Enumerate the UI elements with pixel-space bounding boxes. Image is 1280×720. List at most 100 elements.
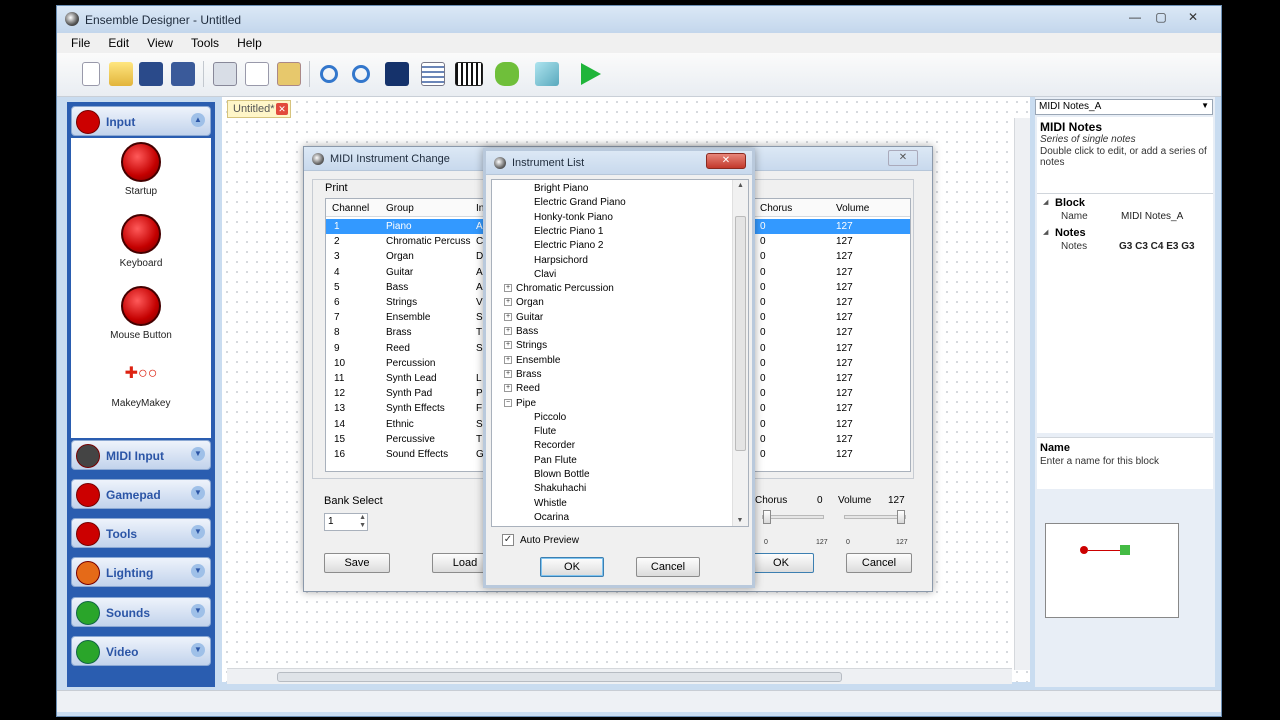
menu-help[interactable]: Help [230,33,269,53]
tree-node[interactable]: + Bass [504,326,538,337]
tree-node[interactable]: Blown Bottle [534,469,590,480]
save-button[interactable]: Save [324,553,390,573]
property-group-block[interactable]: Block [1037,194,1213,209]
tree-node[interactable]: Electric Grand Piano [534,197,626,208]
col-chorus[interactable]: Chorus [760,203,792,214]
chorus-slider-thumb[interactable] [763,510,771,524]
category-lighting[interactable]: Lighting ▼ [71,557,211,587]
category-gamepad[interactable]: Gamepad ▼ [71,479,211,509]
expand-icon[interactable]: + [504,369,512,378]
cut-button[interactable] [211,60,239,88]
expand-icon[interactable]: + [504,298,512,307]
expand-icon[interactable]: + [504,312,512,321]
property-row-name[interactable]: Name MIDI Notes_A [1037,209,1213,224]
tree-node[interactable]: + Strings [504,340,547,351]
tree-node[interactable]: Harpsichord [534,255,588,266]
bank-select-stepper[interactable]: 1 ▲ ▼ [324,513,368,531]
chevron-down-icon[interactable]: ▼ [191,564,205,578]
scroll-up-icon[interactable]: ▲ [733,182,748,189]
expand-icon[interactable]: + [504,284,512,293]
chevron-down-icon[interactable]: ▼ [191,525,205,539]
tree-node[interactable]: − Pipe [504,398,536,409]
volume-slider-thumb[interactable] [897,510,905,524]
instrument-tree[interactable]: Bright Piano Electric Grand Piano Honky-to… [491,179,749,527]
block-makeymakey[interactable]: ✚○○ MakeyMakey [71,360,211,409]
close-window-button[interactable]: ✕ [1181,8,1205,26]
chevron-down-icon[interactable]: ▼ [191,643,205,657]
tree-node[interactable]: + Ensemble [504,355,560,366]
canvas-minimap[interactable] [1045,523,1179,618]
tree-node[interactable]: Electric Piano 1 [534,226,603,237]
tree-node[interactable]: Electric Piano 2 [534,240,603,251]
col-group[interactable]: Group [386,203,414,214]
menu-view[interactable]: View [140,33,180,53]
canvas-horizontal-scrollbar[interactable] [227,668,1012,684]
block-keyboard[interactable]: Keyboard [71,214,211,269]
canvas-vertical-scrollbar[interactable] [1014,118,1030,670]
tree-node[interactable]: + Chromatic Percussion [504,283,614,294]
tree-node[interactable]: Pan Flute [534,455,577,466]
ok-button[interactable]: OK [748,553,814,573]
cancel-button[interactable]: Cancel [846,553,912,573]
tree-node[interactable]: Clavi [534,269,556,280]
property-group-notes[interactable]: Notes [1037,224,1213,239]
menu-file[interactable]: File [64,33,97,53]
col-volume[interactable]: Volume [836,203,869,214]
volume-slider[interactable] [844,510,906,524]
category-midi-input[interactable]: MIDI Input ▼ [71,440,211,470]
cancel-button[interactable]: Cancel [636,557,700,577]
expand-icon[interactable]: + [504,355,512,364]
tree-node[interactable]: + Reed [504,383,540,394]
tree-node[interactable]: Shakuhachi [534,483,586,494]
auto-preview-checkbox[interactable]: ✓ [502,534,514,546]
collapse-icon[interactable]: − [504,398,512,407]
expand-icon[interactable]: + [504,384,512,393]
chevron-down-icon[interactable]: ▼ [191,486,205,500]
paste-button[interactable] [275,60,303,88]
scroll-down-icon[interactable]: ▼ [733,517,747,524]
block-startup[interactable]: Startup [71,142,211,197]
piano-button[interactable] [455,60,483,88]
tree-node[interactable]: Ocarina [534,512,569,523]
save-all-button[interactable] [169,60,197,88]
eraser-button[interactable] [533,60,561,88]
menu-tools[interactable]: Tools [184,33,226,53]
category-video[interactable]: Video ▼ [71,636,211,666]
hand-button[interactable] [493,60,521,88]
tree-node[interactable]: Piccolo [534,412,566,423]
close-dialog-button[interactable]: ✕ [888,150,918,166]
list-button[interactable] [419,60,447,88]
expand-icon[interactable]: + [504,327,512,335]
play-button[interactable] [577,60,605,88]
property-row-notes[interactable]: Notes G3 C3 C4 E3 G3 [1037,239,1213,254]
menu-edit[interactable]: Edit [101,33,136,53]
category-tools[interactable]: Tools ▼ [71,518,211,548]
block-selector[interactable]: MIDI Notes_A ▼ [1035,99,1213,115]
category-input[interactable]: Input ▲ [71,106,211,136]
doc-tab-untitled[interactable]: Untitled* ✕ [227,100,291,118]
chevron-down-icon[interactable]: ▼ [191,604,205,618]
scroll-thumb[interactable] [277,672,842,682]
chevron-down-icon[interactable]: ▼ [191,447,205,461]
scroll-thumb[interactable] [735,216,746,451]
new-button[interactable] [77,60,105,88]
copy-button[interactable] [243,60,271,88]
zoom-out-button[interactable] [347,60,375,88]
tree-node[interactable]: Whistle [534,498,567,509]
ok-button[interactable]: OK [540,557,604,577]
tree-scrollbar[interactable]: ▲ ▼ [732,180,748,526]
tree-node[interactable]: + Guitar [504,312,543,323]
zoom-in-button[interactable] [315,60,343,88]
tree-node[interactable]: Recorder [534,440,575,451]
tree-node[interactable]: + Organ [504,297,544,308]
col-channel[interactable]: Channel [332,203,369,214]
category-sounds[interactable]: Sounds ▼ [71,597,211,627]
close-tab-icon[interactable]: ✕ [276,103,288,115]
maximize-button[interactable]: ▢ [1149,8,1173,26]
expand-icon[interactable]: + [504,341,512,350]
midi-device-button[interactable] [383,60,411,88]
tree-node[interactable]: Bright Piano [534,183,588,194]
minimize-button[interactable]: — [1123,8,1147,26]
tree-node[interactable]: + Brass [504,369,542,380]
chevron-up-icon[interactable]: ▲ [191,113,205,127]
